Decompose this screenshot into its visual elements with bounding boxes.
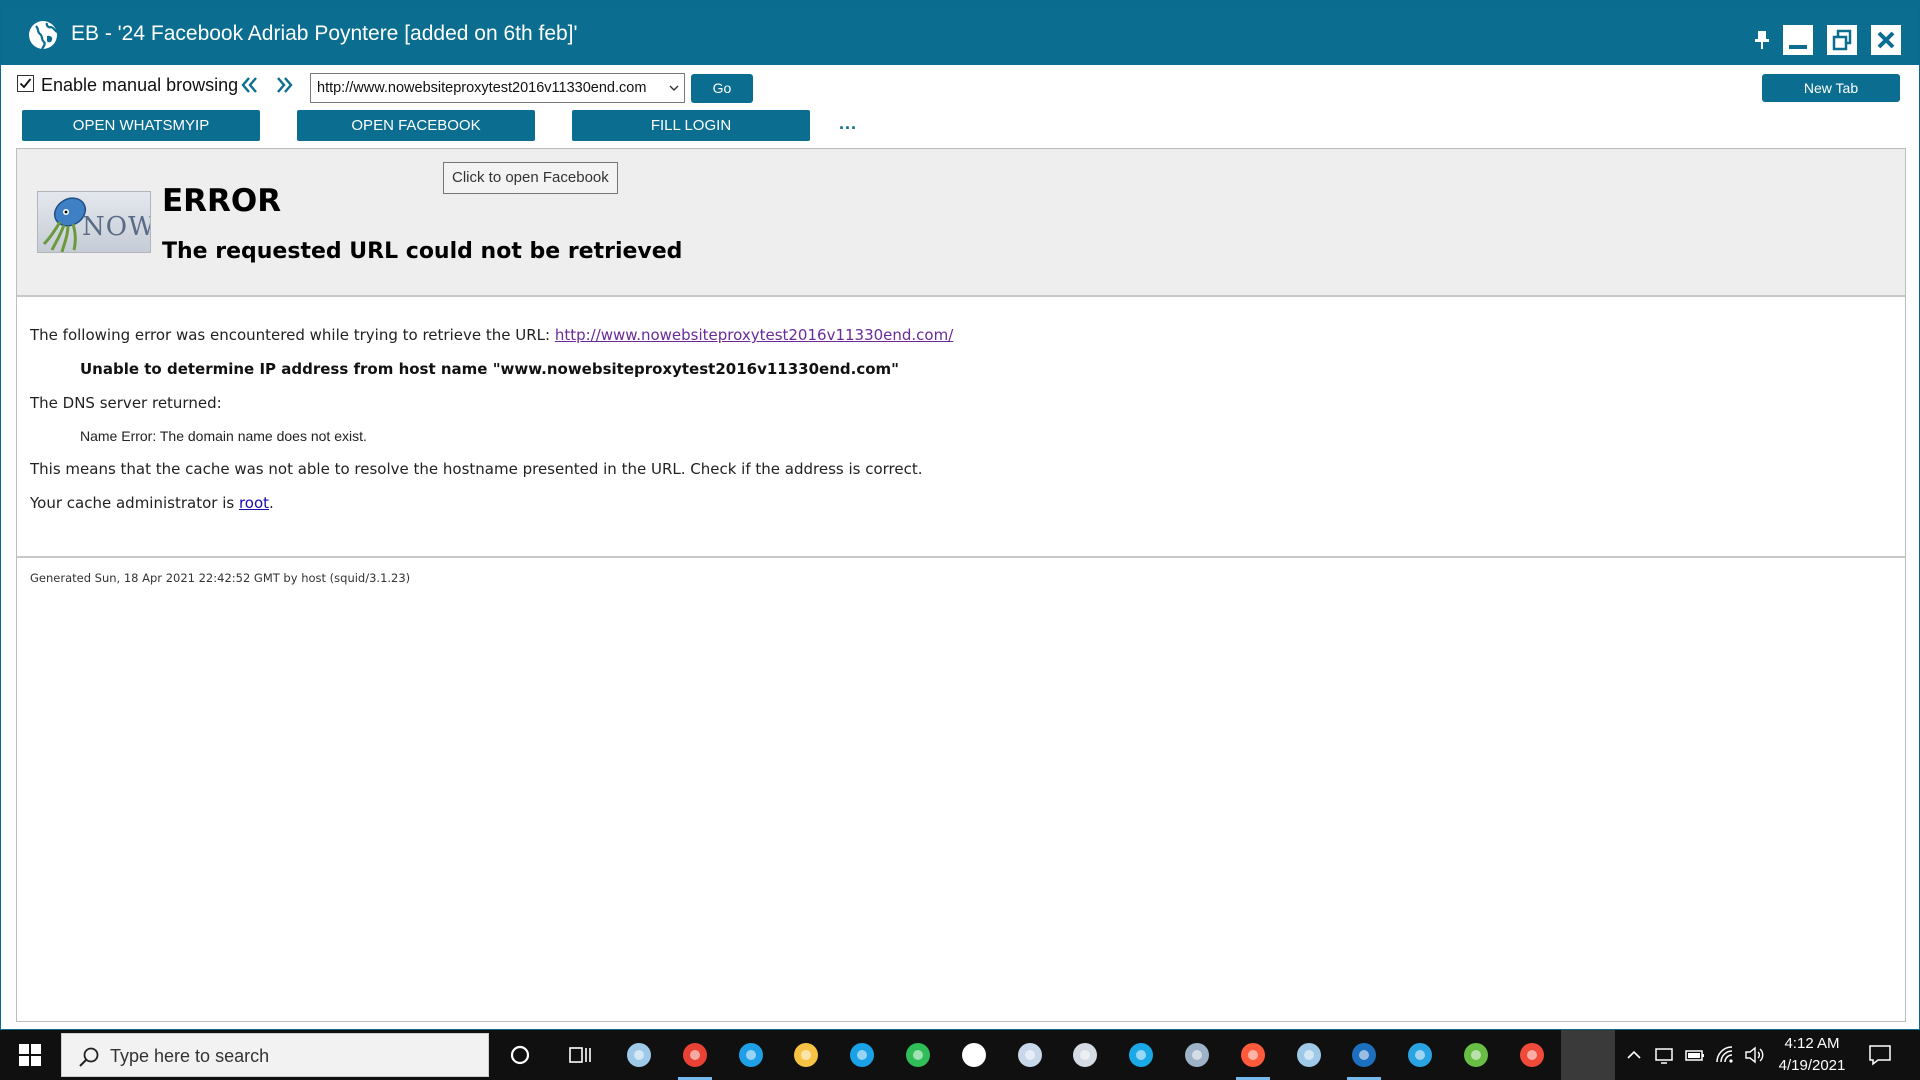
admin-line: Your cache administrator is root. [30, 494, 274, 512]
error-description: The following error was encountered whil… [30, 326, 953, 344]
manual-browsing-label[interactable]: Enable manual browsing [41, 75, 238, 96]
volume-icon[interactable] [1743, 1044, 1765, 1066]
settings-icon[interactable] [957, 1038, 991, 1072]
window-title: EB - '24 Facebook Adriab Poyntere [added… [71, 22, 578, 45]
evernote-icon[interactable] [901, 1038, 935, 1072]
manual-browsing-checkbox[interactable] [17, 75, 34, 92]
app-window: EB - '24 Facebook Adriab Poyntere [added… [0, 0, 1920, 1030]
admin-suffix: . [269, 494, 274, 512]
pin-icon [1755, 31, 1769, 49]
restore-button[interactable] [1827, 25, 1857, 55]
search-placeholder[interactable]: Type here to search [110, 1046, 269, 1067]
wifi-icon[interactable] [1714, 1044, 1736, 1066]
admin-link[interactable]: root [239, 494, 269, 512]
scanner-icon[interactable] [1068, 1038, 1102, 1072]
go-button[interactable]: Go [691, 74, 753, 103]
open-whatsmyip-button[interactable]: OPEN WHATSMYIP [22, 110, 260, 141]
double-chevron-left-icon [241, 77, 257, 93]
outlook-calendar-icon[interactable] [1347, 1038, 1381, 1080]
taskbar: Type here to search 4:12 AM 4/19/2021 [0, 1030, 1920, 1080]
back-button[interactable] [239, 73, 261, 97]
unable-message: Unable to determine IP address from host… [80, 360, 899, 378]
paint-icon[interactable] [1013, 1038, 1047, 1072]
explanation-text: This means that the cache was not able t… [30, 460, 923, 478]
new-tab-button[interactable]: New Tab [1762, 74, 1900, 102]
close-icon [1877, 31, 1895, 49]
media-player-icon[interactable] [1236, 1038, 1270, 1080]
title-bar[interactable]: EB - '24 Facebook Adriab Poyntere [added… [1, 1, 1919, 65]
double-chevron-right-icon [277, 77, 293, 93]
error-description-text: The following error was encountered whil… [30, 326, 555, 344]
taskbar-search-box[interactable]: Type here to search [61, 1033, 489, 1077]
telegram-icon[interactable] [1403, 1038, 1437, 1072]
utorrent-icon[interactable] [1459, 1038, 1493, 1072]
network-device-icon[interactable] [1653, 1044, 1675, 1066]
forward-button[interactable] [273, 73, 295, 97]
screen-recorder-icon[interactable] [1515, 1038, 1549, 1072]
search-icon [79, 1047, 99, 1067]
error-subtitle: The requested URL could not be retrieved [162, 239, 683, 264]
clock-time[interactable]: 4:12 AM [1777, 1035, 1847, 1052]
dns-returned-label: The DNS server returned: [30, 394, 222, 412]
url-input[interactable]: http://www.nowebsiteproxytest2016v11330e… [317, 80, 646, 96]
globe-icon [29, 21, 58, 50]
error-header: NOW ERROR The requested URL could not be… [17, 149, 1905, 297]
clock-date[interactable]: 4/19/2021 [1770, 1057, 1854, 1074]
chevron-down-icon[interactable] [668, 81, 680, 95]
chevron-up-icon[interactable] [1625, 1046, 1643, 1064]
checkmark-icon [19, 78, 32, 89]
minimize-button[interactable] [1783, 25, 1813, 55]
file-explorer-icon[interactable] [789, 1038, 823, 1072]
start-button[interactable] [0, 1030, 60, 1080]
close-button[interactable] [1871, 25, 1901, 55]
glass-app-icon[interactable] [622, 1038, 656, 1072]
facebook-tooltip: Click to open Facebook [443, 162, 618, 194]
notification-center-icon[interactable] [1868, 1044, 1892, 1066]
more-options-button[interactable]: ... [839, 113, 857, 134]
minimize-icon [1789, 45, 1807, 49]
chrome-icon[interactable] [678, 1038, 712, 1080]
browser-swirl-icon[interactable] [1124, 1038, 1158, 1072]
fill-login-button[interactable]: FILL LOGIN [572, 110, 810, 141]
error-body: The following error was encountered whil… [17, 299, 1905, 558]
open-facebook-button[interactable]: OPEN FACEBOOK [297, 110, 535, 141]
skype-icon[interactable] [845, 1038, 879, 1072]
restore-icon [1832, 29, 1852, 51]
url-combobox[interactable]: http://www.nowebsiteproxytest2016v11330e… [310, 73, 685, 103]
cortana-icon[interactable] [503, 1038, 537, 1072]
edge-icon[interactable] [734, 1038, 768, 1072]
squid-logo: NOW [37, 191, 151, 253]
error-title: ERROR [162, 183, 282, 219]
name-error-message: Name Error: The domain name does not exi… [80, 428, 367, 444]
admin-prefix: Your cache administrator is [30, 494, 239, 512]
windows-logo-icon [19, 1044, 41, 1066]
active-window-tile[interactable] [1561, 1030, 1615, 1080]
task-view-icon[interactable] [563, 1038, 597, 1072]
generated-footer: Generated Sun, 18 Apr 2021 22:42:52 GMT … [30, 571, 411, 585]
logo-text: NOW [82, 212, 151, 242]
battery-icon[interactable] [1684, 1044, 1706, 1066]
pin-button[interactable] [1747, 25, 1777, 55]
calculator-icon[interactable] [1180, 1038, 1214, 1072]
browser-view[interactable]: NOW ERROR The requested URL could not be… [16, 148, 1906, 1022]
error-url-link[interactable]: http://www.nowebsiteproxytest2016v11330e… [555, 326, 953, 344]
glass-app-2-icon[interactable] [1292, 1038, 1326, 1072]
